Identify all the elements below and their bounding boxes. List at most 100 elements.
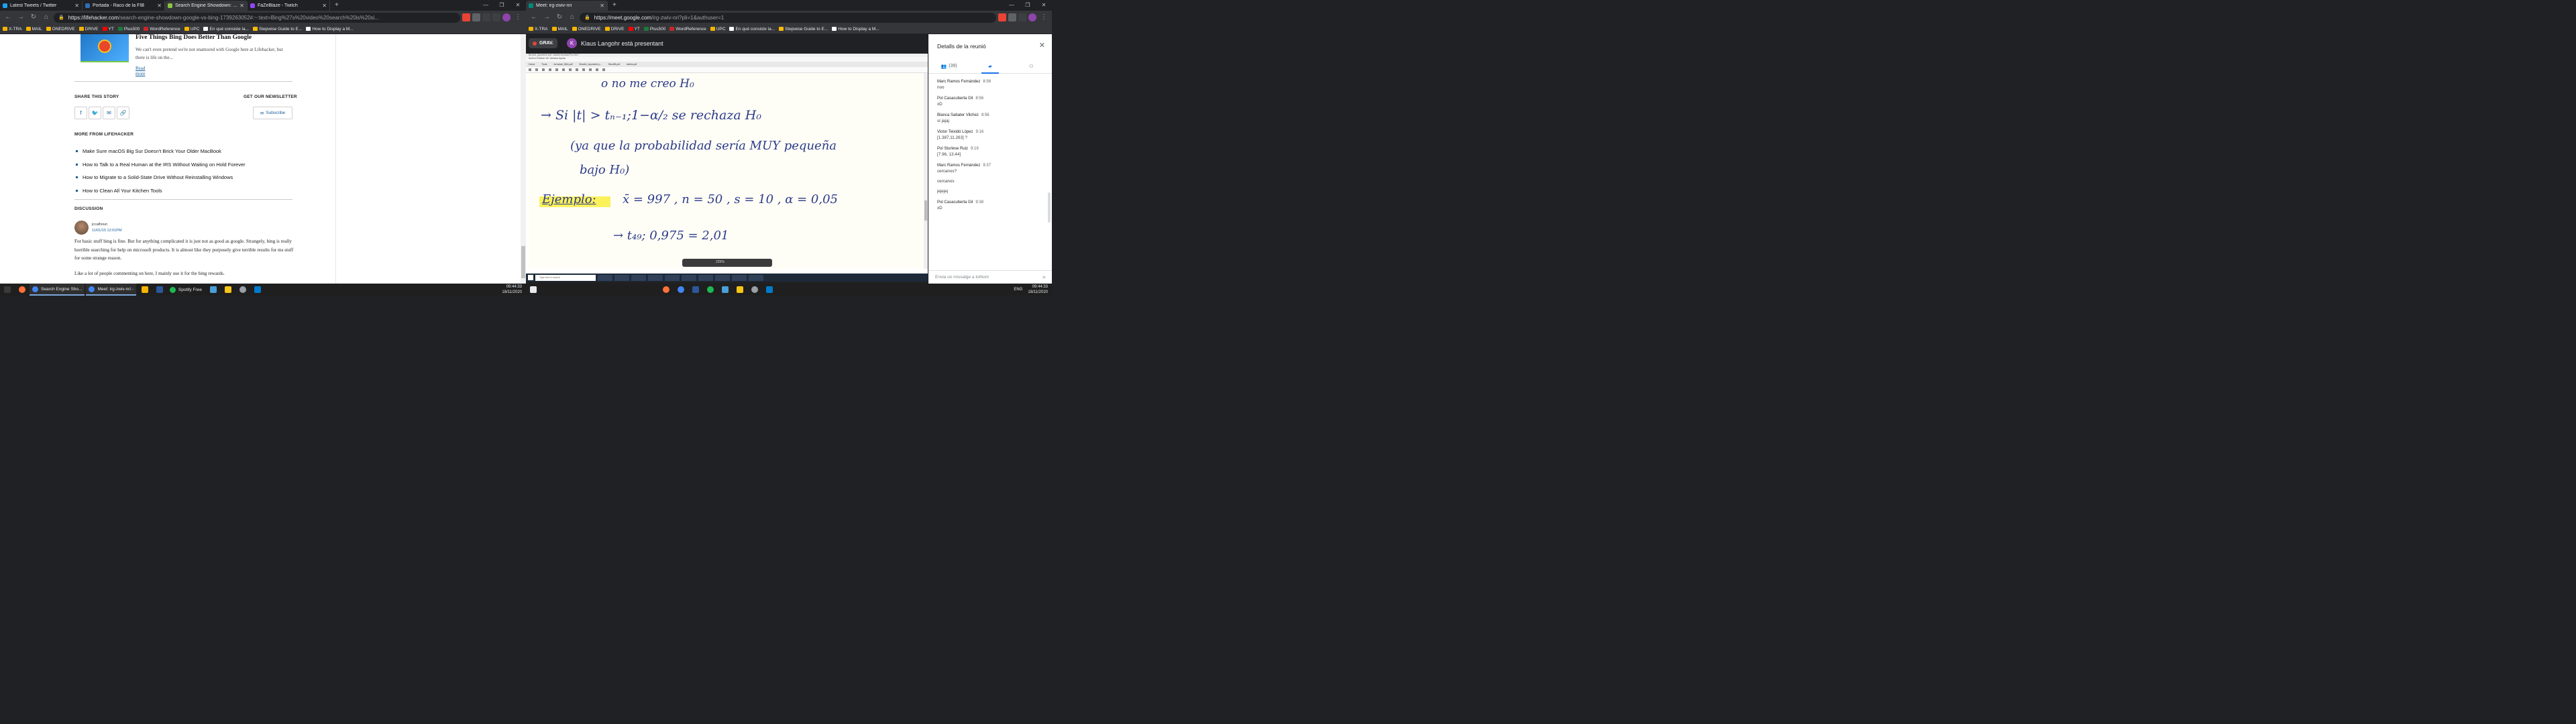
taskbar-item-meet[interactable]: Meet: irg-zwiv-nri - [86,284,136,296]
extension-icon[interactable] [472,13,480,21]
forward-icon[interactable]: → [541,12,552,23]
vscode-icon[interactable] [762,284,777,296]
bookmark-item[interactable]: How to Display a M... [306,27,354,32]
bookmark-item[interactable]: WordReference [669,27,706,32]
back-icon[interactable]: ← [529,12,539,23]
file-explorer-icon[interactable] [138,284,152,296]
taskbar-item-spotify[interactable]: Spotify Free [167,284,205,296]
comment-date[interactable]: 11/01/15 12:01PM [92,229,122,233]
home-icon[interactable]: ⌂ [41,12,52,23]
bookmark-item[interactable]: ONEDRIVE [572,27,601,32]
bookmark-item[interactable]: Stepwise Guide to E... [779,27,828,32]
bookmark-item[interactable]: WordReference [144,27,180,32]
settings-icon[interactable] [747,284,762,296]
notes-icon[interactable] [221,284,235,296]
word-icon[interactable] [152,284,167,296]
bookmark-item[interactable]: DRIVE [78,27,99,32]
list-item[interactable]: How to Clean All Your Kitchen Tools [76,184,246,198]
reload-icon[interactable]: ↻ [554,12,565,23]
extension-icon[interactable] [482,13,490,21]
list-item[interactable]: How to Talk to a Real Human at the IRS W… [76,158,246,172]
article-thumbnail[interactable] [80,34,129,62]
scrollbar[interactable] [924,73,928,269]
list-item[interactable]: How to Migrate to a Solid-State Drive Wi… [76,171,246,184]
bookmark-item[interactable]: X-TRA [3,27,22,32]
bookmark-item[interactable]: MAIL [25,27,42,32]
settings-icon[interactable] [235,284,250,296]
notes-icon[interactable] [733,284,747,296]
bookmark-item[interactable]: Plus500 [117,27,140,32]
close-icon[interactable]: ✕ [74,3,79,9]
bookmark-item[interactable]: MAIL [551,27,568,32]
back-icon[interactable]: ← [3,12,13,23]
tab-lifehacker[interactable]: Search Engine Showdown: Goog ✕ [165,1,248,11]
close-icon[interactable]: ✕ [239,3,244,9]
extension-icon[interactable] [998,13,1006,21]
extension-icon[interactable] [492,13,500,21]
twitter-share-button[interactable]: 🐦 [89,107,101,119]
close-window-icon[interactable]: ✕ [510,0,526,10]
scrollbar[interactable] [521,34,526,284]
zoom-level[interactable]: 225% [716,260,724,264]
bookmark-item[interactable]: YT [102,27,114,32]
extension-icon[interactable] [1008,13,1016,21]
firefox-icon[interactable] [15,284,30,296]
menu-icon[interactable]: ⋮ [513,12,523,23]
related-article-title[interactable]: Five Things Bing Does Better Than Google [136,34,252,41]
comment-author[interactable]: jccalhoun [92,223,107,227]
tab-raco[interactable]: Portada - Raco de la FIB ✕ [83,1,165,11]
minimize-icon[interactable]: — [1004,0,1020,10]
home-icon[interactable]: ⌂ [567,12,578,23]
tab-meet[interactable]: Meet: irg-zwiv-nri ✕ [526,1,608,11]
subscribe-button[interactable]: ✉ Subscribe [253,107,292,119]
clock[interactable]: 09:44:33 18/11/2020 [1028,284,1052,295]
extension-icon[interactable] [1018,13,1026,21]
tab-people[interactable]: 👥 (39) [928,59,969,73]
new-tab-button[interactable]: + [330,1,343,11]
close-icon[interactable]: ✕ [1039,41,1045,50]
link-share-button[interactable]: 🔗 [117,107,129,119]
new-tab-button[interactable]: + [608,1,621,11]
bookmark-item[interactable]: UPC [710,27,725,32]
bookmark-item[interactable]: UPC [184,27,199,32]
chrome-icon[interactable] [674,284,688,296]
bookmark-item[interactable]: YT [628,27,640,32]
profile-avatar[interactable] [502,13,511,21]
bookmark-item[interactable]: ONEDRIVE [46,27,75,32]
tab-twitch[interactable]: FaZeBlaze - Twitch ✕ [248,1,330,11]
reload-icon[interactable]: ↻ [28,12,39,23]
email-share-button[interactable]: ✉ [103,107,115,119]
address-bar[interactable]: 🔒 https://lifehacker.com/search-engine-s… [54,12,460,23]
terminal-icon[interactable] [206,284,221,296]
minimize-icon[interactable]: — [478,0,494,10]
search-icon[interactable] [0,284,15,296]
close-icon[interactable]: ✕ [157,3,162,9]
close-icon[interactable]: ✕ [600,3,604,9]
extension-icon[interactable] [462,13,470,21]
maximize-icon[interactable]: ❐ [494,0,510,10]
avatar[interactable] [74,221,89,235]
address-bar[interactable]: 🔒 https://meet.google.com/irg-zwiv-nri?p… [580,12,996,23]
send-icon[interactable]: ➤ [1042,271,1046,284]
acrobat-floating-toolbar[interactable]: 225% [682,259,772,267]
maximize-icon[interactable]: ❐ [1020,0,1036,10]
close-icon[interactable]: ✕ [322,3,327,9]
bookmark-item[interactable]: Plus500 [643,27,665,32]
language-indicator[interactable]: ENG [1014,288,1028,292]
clock[interactable]: 09:44:33 18/11/2020 [502,284,526,295]
firefox-icon[interactable] [659,284,674,296]
bookmark-item[interactable]: How to Display a M... [832,27,879,32]
bookmark-item[interactable]: DRIVE [604,27,625,32]
bookmark-item[interactable]: En qué consiste la... [729,27,775,32]
tab-chat[interactable]: ▰ [969,59,1010,74]
windows-start-icon[interactable] [526,284,541,296]
chat-input[interactable]: Envia un missatge a tothom ➤ [928,270,1052,284]
scrollbar-thumb[interactable] [924,200,927,221]
bookmark-item[interactable]: X-TRA [529,27,548,32]
bookmark-item[interactable]: Stepwise Guide to E... [253,27,302,32]
taskbar-item-chrome[interactable]: Search Engine Sho... [30,284,85,296]
menu-icon[interactable]: ⋮ [1038,12,1049,23]
scrollbar-thumb[interactable] [1048,192,1051,223]
scrollbar-thumb[interactable] [521,246,525,278]
profile-avatar[interactable] [1028,13,1036,21]
